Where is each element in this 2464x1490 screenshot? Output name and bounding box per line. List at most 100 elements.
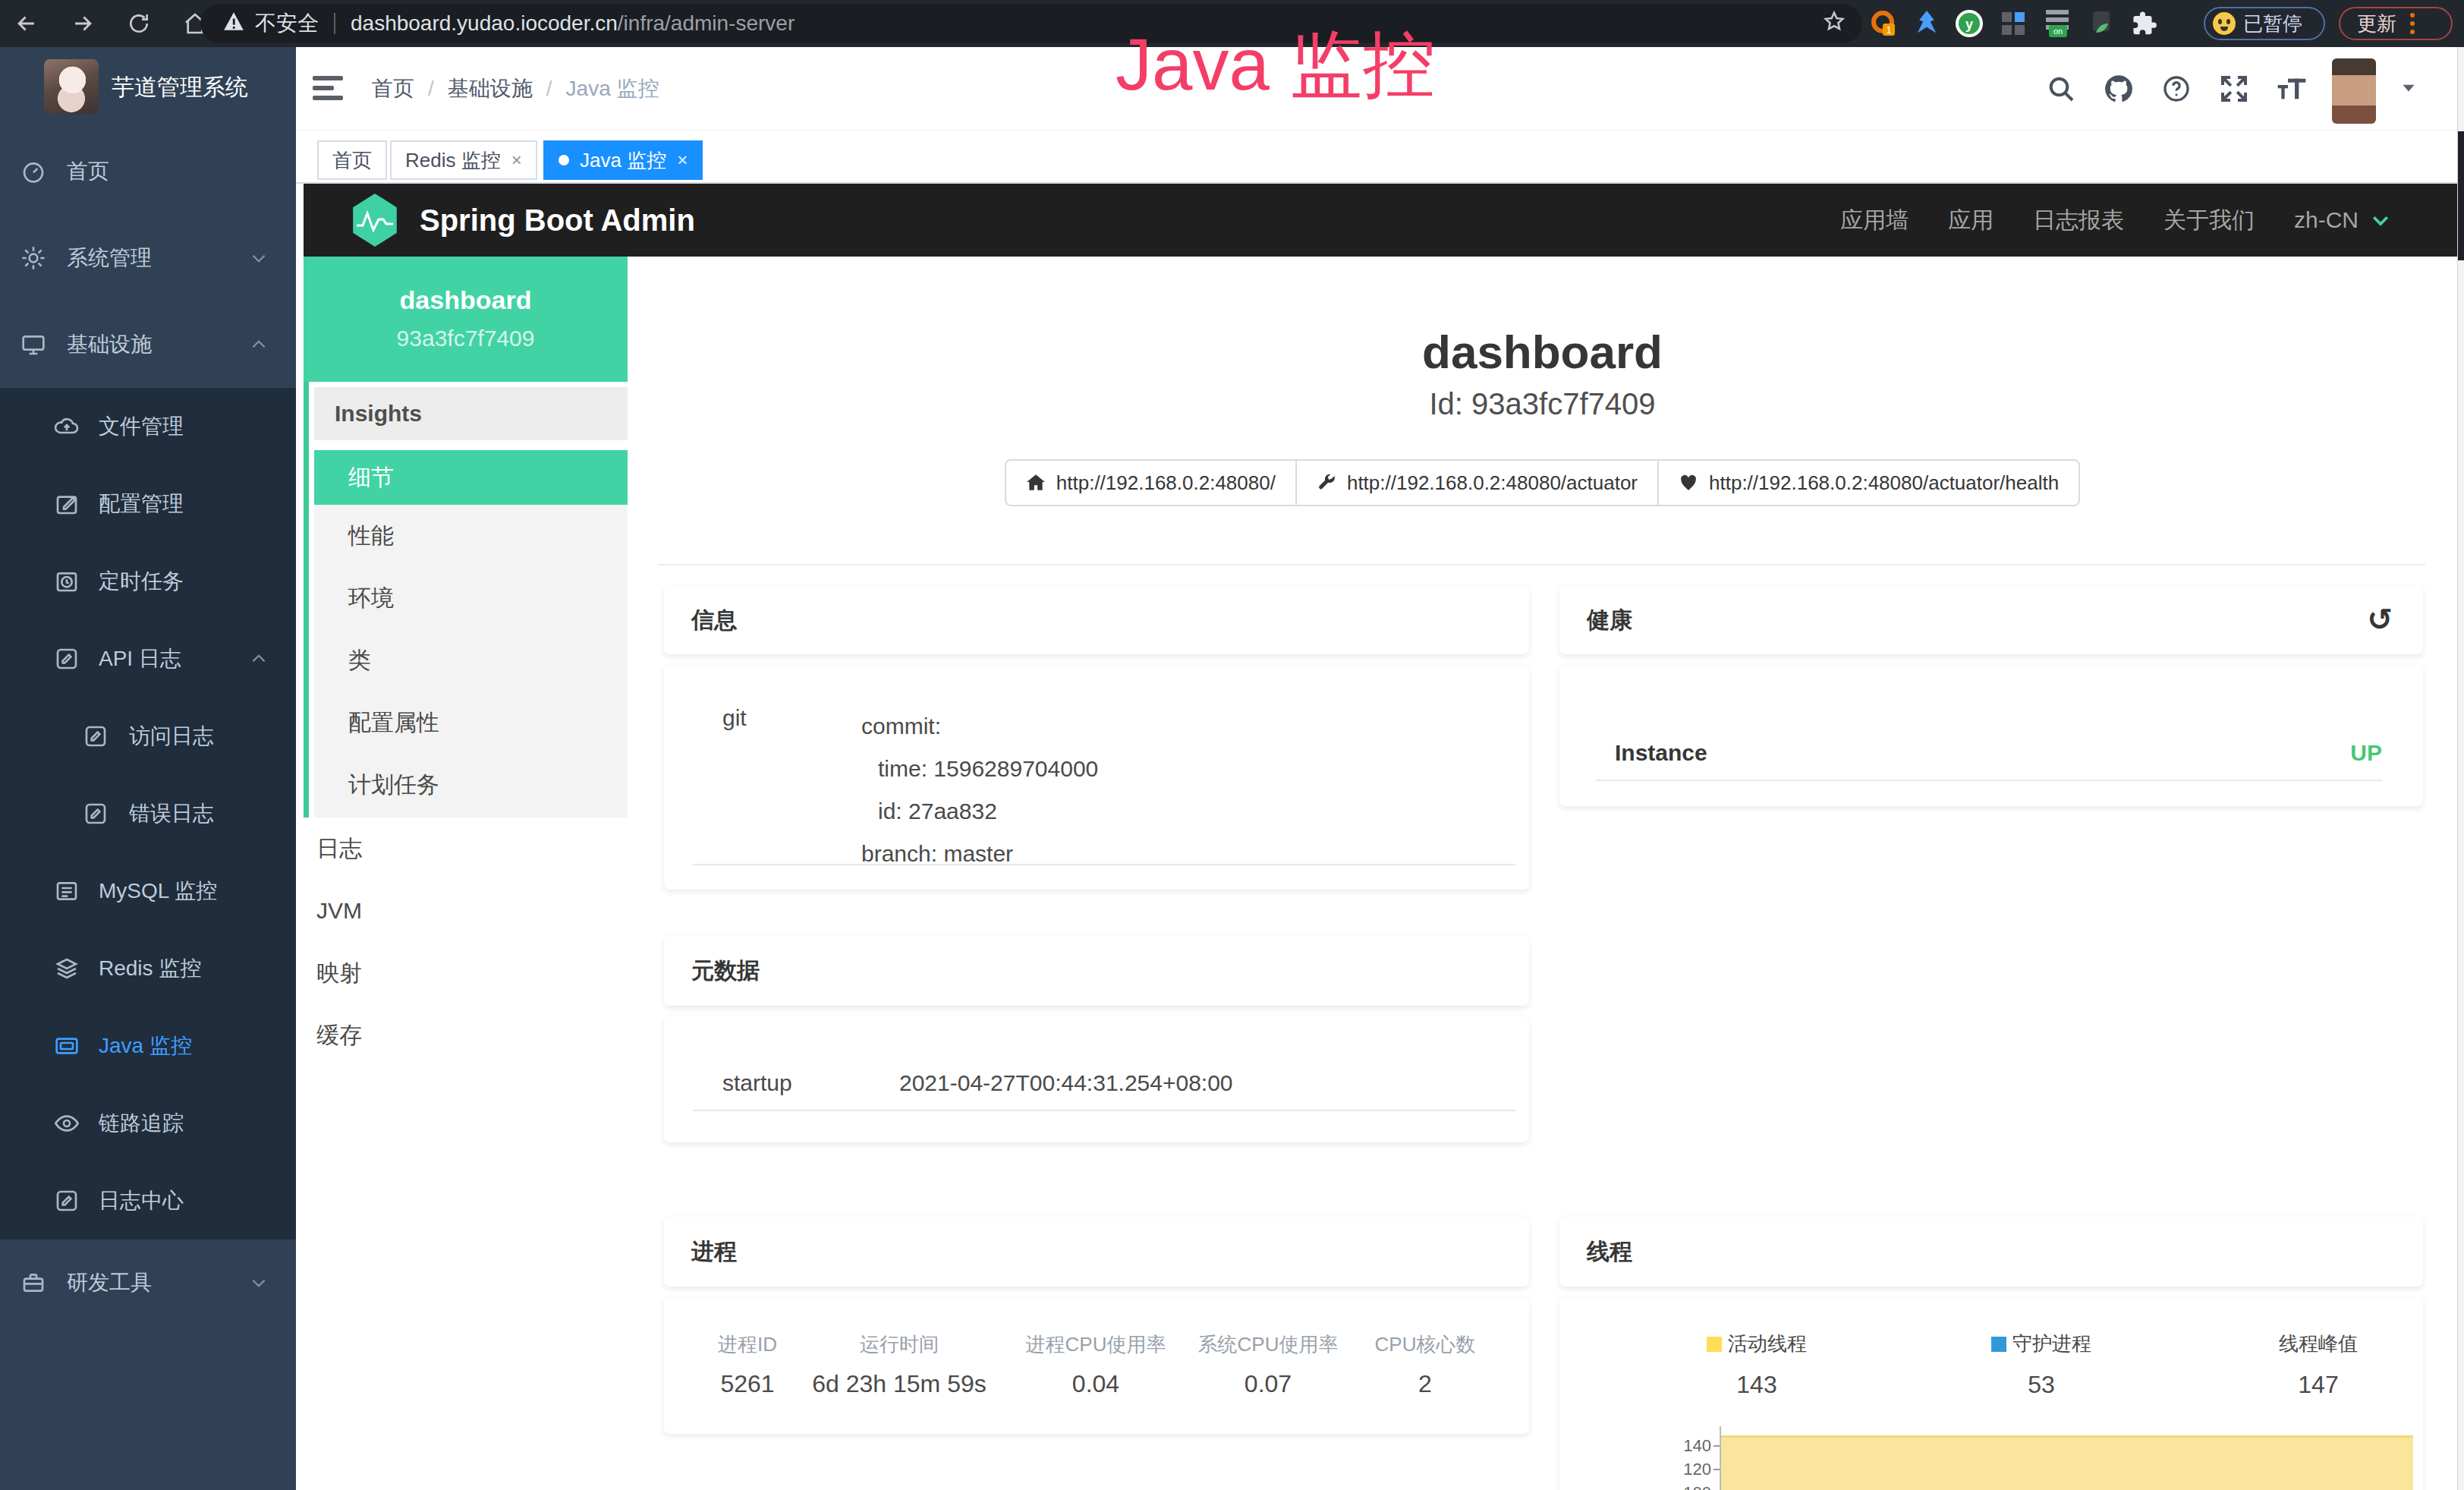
forward-icon[interactable]	[70, 11, 96, 36]
tab-redis[interactable]: Redis 监控×	[390, 140, 537, 180]
sidebar-item-java[interactable]: Java 监控	[0, 1007, 296, 1085]
extensions-puzzle-icon[interactable]	[2131, 9, 2160, 38]
gear-icon	[21, 246, 46, 270]
content-divider	[658, 564, 2425, 565]
process-card-header: 进程	[664, 1217, 1529, 1287]
legend-daemon: 守护进程	[1991, 1331, 2091, 1357]
extension-on-icon[interactable]: on	[2043, 9, 2072, 38]
extension-grid-icon[interactable]	[1999, 9, 2028, 38]
sba-menu-mappings[interactable]: 映射	[304, 942, 628, 1004]
layers-icon	[55, 956, 79, 981]
sidebar-item-file[interactable]: 文件管理	[0, 388, 296, 465]
sidebar-item-job[interactable]: 定时任务	[0, 543, 296, 620]
sba-logo-icon[interactable]	[351, 194, 399, 247]
extension-leaf-icon[interactable]	[2087, 9, 2116, 38]
sidebar-item-api-log[interactable]: API 日志	[0, 620, 296, 698]
edit-icon	[55, 492, 79, 516]
app-sidebar: 芋道管理系统 首页 系统管理 基础设施 文件管理 配置管理	[0, 47, 296, 1490]
bookmark-star-icon[interactable]	[1823, 10, 1846, 38]
reload-icon[interactable]	[126, 11, 152, 36]
extension-pin-icon[interactable]	[1912, 9, 1941, 38]
y-tick: 140	[1683, 1436, 1711, 1456]
sba-brand[interactable]: Spring Boot Admin	[420, 184, 695, 257]
sidebar-item-trace[interactable]: 链路追踪	[0, 1085, 296, 1162]
sidebar-item-devtools[interactable]: 研发工具	[0, 1240, 296, 1326]
tab-home[interactable]: 首页	[317, 140, 387, 180]
service-url-button[interactable]: http://192.168.0.2:48080/	[1005, 459, 1297, 506]
not-secure-icon	[223, 11, 244, 36]
extension-green-icon[interactable]: y	[1955, 9, 1984, 38]
close-icon[interactable]: ×	[677, 151, 688, 169]
history-icon[interactable]: ↺	[2367, 604, 2393, 635]
sidebar-item-infra[interactable]: 基础设施	[0, 301, 296, 388]
toolbox-icon	[21, 1271, 46, 1295]
emoji-face-icon	[2213, 12, 2236, 35]
fullscreen-icon[interactable]	[2217, 71, 2252, 106]
address-bar[interactable]: 不安全 dashboard.yudao.iocoder.cn/infra/adm…	[200, 5, 1862, 43]
dashboard-icon	[21, 159, 46, 184]
health-card-header: 健康↺	[1559, 586, 2423, 654]
sidebar-item-access-log[interactable]: 访问日志	[0, 698, 296, 775]
threads-card-body: 活动线程 守护进程 线程峰值 143 53 147 140 120 100	[1559, 1297, 2423, 1490]
sba-app-header[interactable]: dashboard 93a3fc7f7409	[304, 257, 628, 382]
annotation-java-monitor: Java 监控	[1116, 17, 1510, 115]
hamburger-icon[interactable]	[313, 73, 346, 103]
font-size-icon[interactable]	[2274, 71, 2309, 106]
health-url-button[interactable]: http://192.168.0.2:48080/actuator/health	[1657, 459, 2080, 506]
log-icon	[55, 1189, 79, 1213]
y-tick: 120	[1683, 1460, 1711, 1479]
sba-menu-metrics[interactable]: 性能	[314, 505, 628, 567]
sba-nav-applications[interactable]: 应用	[1948, 205, 1994, 236]
browser-menu-icon[interactable]	[2410, 13, 2415, 34]
sidebar-item-config[interactable]: 配置管理	[0, 465, 296, 543]
sidebar-item-home[interactable]: 首页	[0, 128, 296, 215]
svg-text:1: 1	[1886, 24, 1891, 36]
update-label: 更新	[2357, 11, 2396, 37]
url-domain: dashboard.yudao.iocoder.cn	[351, 11, 618, 36]
legend-yellow-swatch	[1707, 1337, 1722, 1352]
sidebar-item-mysql[interactable]: MySQL 监控	[0, 852, 296, 930]
sba-menu-logs[interactable]: 日志	[304, 817, 628, 880]
sba-menu-env[interactable]: 环境	[314, 567, 628, 629]
breadcrumb-home[interactable]: 首页	[372, 74, 414, 103]
user-caret-icon[interactable]	[2399, 77, 2418, 100]
back-icon[interactable]	[14, 11, 39, 36]
extension-orange-icon[interactable]: 1	[1868, 9, 1897, 38]
java-monitor-icon	[55, 1034, 79, 1058]
not-secure-label: 不安全	[255, 9, 319, 38]
app-logo-row[interactable]: 芋道管理系统	[0, 47, 296, 128]
search-icon[interactable]	[2044, 71, 2079, 106]
eye-icon	[55, 1111, 79, 1136]
user-avatar[interactable]	[2332, 58, 2376, 124]
sba-nav-journal[interactable]: 日志报表	[2033, 205, 2124, 236]
y-tick: 100	[1683, 1483, 1711, 1490]
sba-nav-about[interactable]: 关于我们	[2163, 205, 2255, 236]
sidebar-item-redis[interactable]: Redis 监控	[0, 930, 296, 1007]
cloud-upload-icon	[55, 414, 79, 439]
sba-menu-details[interactable]: 细节	[314, 450, 628, 505]
github-icon[interactable]	[2101, 71, 2136, 106]
sba-menu-jvm[interactable]: JVM	[304, 880, 628, 942]
sba-menu-scheduled[interactable]: 计划任务	[314, 754, 628, 816]
tab-java[interactable]: Java 监控×	[543, 140, 703, 180]
close-icon[interactable]: ×	[511, 151, 522, 169]
sba-menu-caches[interactable]: 缓存	[304, 1004, 628, 1066]
breadcrumb-infra[interactable]: 基础设施	[448, 74, 533, 103]
sidebar-item-log-center[interactable]: 日志中心	[0, 1162, 296, 1240]
sba-language-select[interactable]: zh-CN	[2294, 207, 2392, 233]
chevron-down-icon	[2369, 209, 2392, 232]
help-icon[interactable]	[2159, 71, 2194, 106]
sba-nav-wallboard[interactable]: 应用墙	[1840, 205, 1909, 236]
page-scrollbar[interactable]	[2457, 47, 2464, 1490]
update-button[interactable]: 更新	[2339, 7, 2453, 40]
paused-chip[interactable]: 已暂停	[2204, 7, 2325, 40]
scrollbar-thumb[interactable]	[2458, 131, 2464, 260]
sidebar-item-error-log[interactable]: 错误日志	[0, 775, 296, 852]
sba-menu-configprops[interactable]: 配置属性	[314, 691, 628, 754]
metadata-card-body: startup 2021-04-27T00:44:31.254+08:00	[664, 1016, 1529, 1142]
active-dot	[559, 155, 569, 165]
sidebar-item-system[interactable]: 系统管理	[0, 215, 296, 301]
management-url-button[interactable]: http://192.168.0.2:48080/actuator	[1295, 459, 1659, 506]
svg-text:y: y	[1965, 17, 1973, 32]
sba-menu-classes[interactable]: 类	[314, 629, 628, 691]
